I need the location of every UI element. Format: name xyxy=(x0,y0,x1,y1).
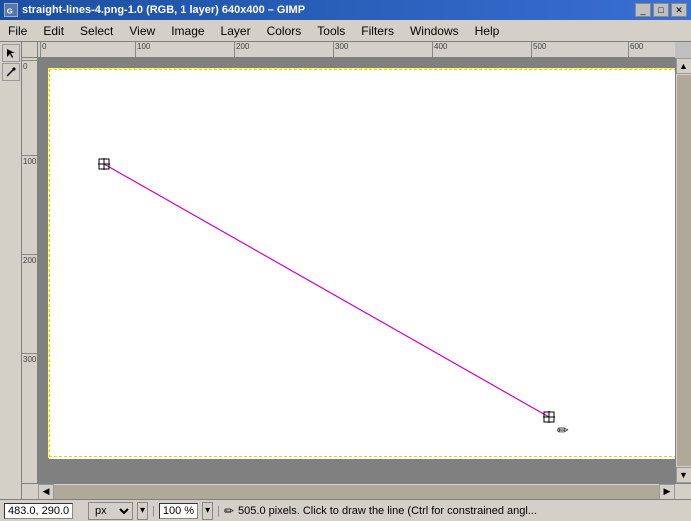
window-title: straight-lines-4.png-1.0 (RGB, 1 layer) … xyxy=(22,4,305,16)
pencil-status-icon: ✏ xyxy=(224,504,234,518)
main-area: 0 100 200 300 400 500 600 0 100 200 300 xyxy=(0,42,691,499)
ruler-left: 0 100 200 300 xyxy=(22,58,38,483)
status-message: 505.0 pixels. Click to draw the line (Ct… xyxy=(238,505,687,517)
statusbar: 483.0, 290.0 px in mm ▾ | 100 % ▾ | ✏ 50… xyxy=(0,499,691,521)
ruler-vmark-100: 100 xyxy=(22,155,37,166)
ruler-mark-300: 300 xyxy=(333,42,348,57)
image-content: ✏ xyxy=(48,68,675,458)
tool-pencil[interactable] xyxy=(2,63,20,81)
separator-2: | xyxy=(217,505,220,517)
coordinates-display: 483.0, 290.0 xyxy=(4,503,84,519)
scroll-down-button[interactable]: ▼ xyxy=(676,467,691,483)
ruler-mark-600: 600 xyxy=(628,42,643,57)
ruler-mark-400: 400 xyxy=(432,42,447,57)
ruler-vmark-0: 0 xyxy=(22,60,37,71)
image-canvas[interactable]: ✏ xyxy=(38,58,675,483)
maximize-button[interactable]: □ xyxy=(653,3,669,17)
menu-filters[interactable]: Filters xyxy=(353,22,402,40)
ruler-vmark-300: 300 xyxy=(22,353,37,364)
canvas-area: 0 100 200 300 400 500 600 0 100 200 300 xyxy=(22,42,691,499)
gimp-icon: G xyxy=(4,3,18,17)
scroll-track-vertical[interactable] xyxy=(677,75,691,466)
menu-layer[interactable]: Layer xyxy=(213,22,259,40)
menubar: File Edit Select View Image Layer Colors… xyxy=(0,20,691,42)
scroll-up-button[interactable]: ▲ xyxy=(676,58,691,74)
menu-view[interactable]: View xyxy=(121,22,163,40)
close-button[interactable]: ✕ xyxy=(671,3,687,17)
ruler-corner xyxy=(22,42,38,58)
ruler-mark-0: 0 xyxy=(40,42,46,57)
ruler-vmark-200: 200 xyxy=(22,254,37,265)
ruler-mark-100: 100 xyxy=(135,42,150,57)
unit-dropdown-button[interactable]: ▾ xyxy=(137,502,148,520)
ruler-top-right xyxy=(675,42,691,58)
ruler-mark-200: 200 xyxy=(234,42,249,57)
zoom-display: 100 % xyxy=(159,503,198,519)
line-end-point: ✏ xyxy=(543,411,569,438)
menu-tools[interactable]: Tools xyxy=(309,22,353,40)
zoom-dropdown-button[interactable]: ▾ xyxy=(202,502,213,520)
minimize-button[interactable]: _ xyxy=(635,3,651,17)
horizontal-scrollbar-area[interactable]: ◀ ▶ xyxy=(22,483,691,499)
svg-text:G: G xyxy=(7,6,13,15)
titlebar: G straight-lines-4.png-1.0 (RGB, 1 layer… xyxy=(0,0,691,20)
menu-windows[interactable]: Windows xyxy=(402,22,467,40)
menu-edit[interactable]: Edit xyxy=(35,22,72,40)
menu-select[interactable]: Select xyxy=(72,22,121,40)
menu-colors[interactable]: Colors xyxy=(259,22,310,40)
canvas-svg: ✏ xyxy=(49,69,675,459)
menu-image[interactable]: Image xyxy=(163,22,212,40)
ruler-mark-500: 500 xyxy=(531,42,546,57)
zoom-value: 100 % xyxy=(159,503,198,519)
svg-text:✏: ✏ xyxy=(557,422,569,438)
coordinates-value: 483.0, 290.0 xyxy=(4,503,73,519)
titlebar-controls[interactable]: _ □ ✕ xyxy=(635,3,687,17)
unit-selector[interactable]: px in mm xyxy=(88,502,133,520)
scroll-right-button[interactable]: ▶ xyxy=(659,484,675,500)
titlebar-left: G straight-lines-4.png-1.0 (RGB, 1 layer… xyxy=(4,3,305,17)
canvas-with-ruler: 0 100 200 300 xyxy=(22,58,691,483)
separator-1: | xyxy=(152,505,155,517)
ruler-top: 0 100 200 300 400 500 600 xyxy=(38,42,675,58)
tool-arrow[interactable] xyxy=(2,44,20,62)
scroll-left-button[interactable]: ◀ xyxy=(38,484,54,500)
left-toolbar xyxy=(0,42,22,499)
menu-file[interactable]: File xyxy=(0,22,35,40)
scroll-track-horizontal[interactable] xyxy=(54,485,659,499)
line-start-point xyxy=(98,158,110,170)
vertical-scrollbar[interactable]: ▲ ▼ xyxy=(675,58,691,483)
menu-help[interactable]: Help xyxy=(467,22,508,40)
